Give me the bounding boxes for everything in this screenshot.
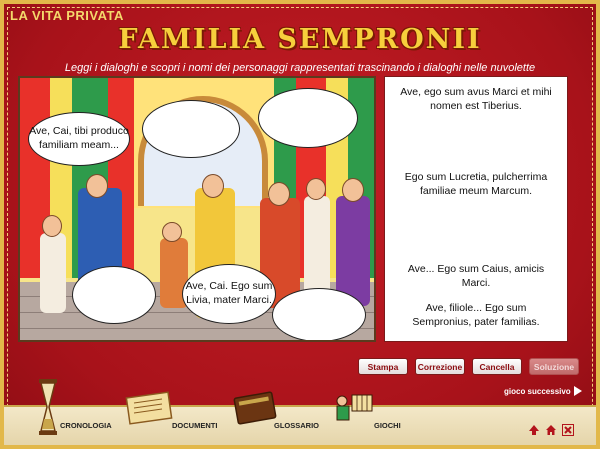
soluzione-button[interactable]: Soluzione <box>529 358 579 375</box>
dialog-panel: Ave, ego sum avus Marci et mihi nomen es… <box>384 76 568 342</box>
figure-head <box>162 222 182 242</box>
cancella-button[interactable]: Cancella <box>472 358 522 375</box>
close-icon[interactable] <box>562 421 574 436</box>
figure-head <box>202 174 224 198</box>
figure-head <box>342 178 364 202</box>
bottom-nav-bar: CRONOLOGIA DOCUMENTI GLOSSARIO GIOCHI <box>4 379 596 445</box>
page-title: FAMILIA SEMPRONII <box>118 24 482 55</box>
home-icon[interactable] <box>545 421 557 435</box>
dialog-item-2[interactable]: Ego sum Lucretia, pulcherrima familiae m… <box>385 170 567 198</box>
instructions-text: Leggi i dialoghi e scopri i nomi dei per… <box>64 62 536 74</box>
stampa-button[interactable]: Stampa <box>358 358 408 375</box>
figure-head <box>86 174 108 198</box>
figure-head <box>306 178 326 200</box>
next-game-label: gioco successivo <box>504 386 571 396</box>
nav-cronologia[interactable]: CRONOLOGIA <box>60 421 112 430</box>
scene-illustration: Ave, Cai, tibi produco familiam meam... … <box>18 76 376 342</box>
dialog-item-4[interactable]: Ave, filiole... Ego sum Sempronius, pate… <box>385 301 567 329</box>
figure-boy <box>40 233 66 313</box>
speech-bubble-3[interactable] <box>258 88 358 148</box>
speech-bubble-2[interactable] <box>142 100 240 158</box>
figure-head <box>268 182 290 206</box>
dialog-item-1[interactable]: Ave, ego sum avus Marci et mihi nomen es… <box>385 85 567 113</box>
section-title: LA VITA PRIVATA <box>10 8 124 23</box>
hourglass-icon[interactable] <box>38 379 58 435</box>
scroll-icon[interactable] <box>122 391 176 425</box>
games-icon[interactable] <box>332 391 376 425</box>
dialog-item-3[interactable]: Ave... Ego sum Caius, amicis Marci. <box>385 262 567 290</box>
speech-bubble-6[interactable] <box>272 288 366 340</box>
next-game-link[interactable]: gioco successivo <box>504 386 582 396</box>
speech-bubble-5[interactable]: Ave, Cai. Ego sum Livia, mater Marci. <box>182 264 276 324</box>
nav-documenti[interactable]: DOCUMENTI <box>172 421 217 430</box>
arrow-right-icon <box>573 386 582 396</box>
nav-glossario[interactable]: GLOSSARIO <box>274 421 319 430</box>
figure-woman <box>336 196 370 306</box>
book-icon[interactable] <box>232 389 278 425</box>
speech-bubble-4[interactable] <box>72 266 156 324</box>
nav-giochi[interactable]: GIOCHI <box>374 421 401 430</box>
up-arrow-icon[interactable] <box>528 421 540 435</box>
speech-bubble-1[interactable]: Ave, Cai, tibi produco familiam meam... <box>28 112 130 166</box>
correzione-button[interactable]: Correzione <box>415 358 465 375</box>
figure-head <box>42 215 62 237</box>
